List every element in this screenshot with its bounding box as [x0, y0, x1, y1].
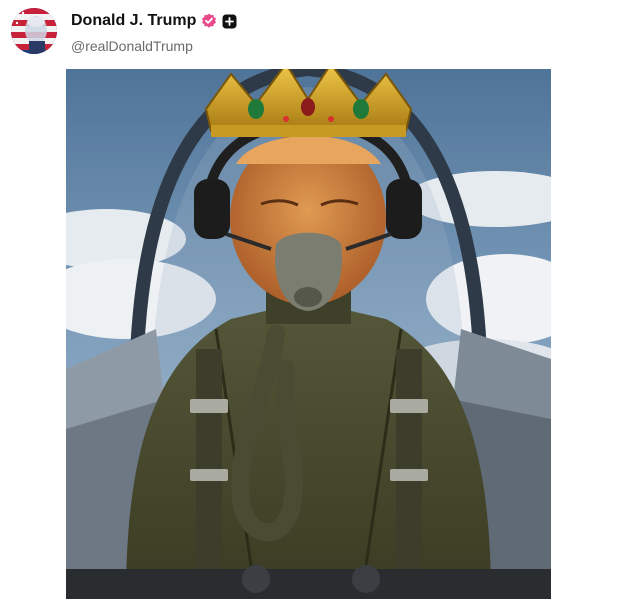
display-name[interactable]: Donald J. Trump: [71, 12, 196, 30]
author-name-row: Donald J. Trump: [71, 12, 237, 30]
avatar[interactable]: [11, 8, 57, 54]
post-header: Donald J. Trump @realDonaldTrump: [0, 0, 634, 68]
pilot-illustration: [66, 69, 551, 599]
author-handle[interactable]: @realDonaldTrump: [71, 38, 193, 54]
avatar-image: [11, 8, 57, 54]
plus-icon[interactable]: [222, 14, 237, 29]
verified-badge-icon: [201, 13, 217, 29]
post-image[interactable]: [66, 69, 551, 599]
